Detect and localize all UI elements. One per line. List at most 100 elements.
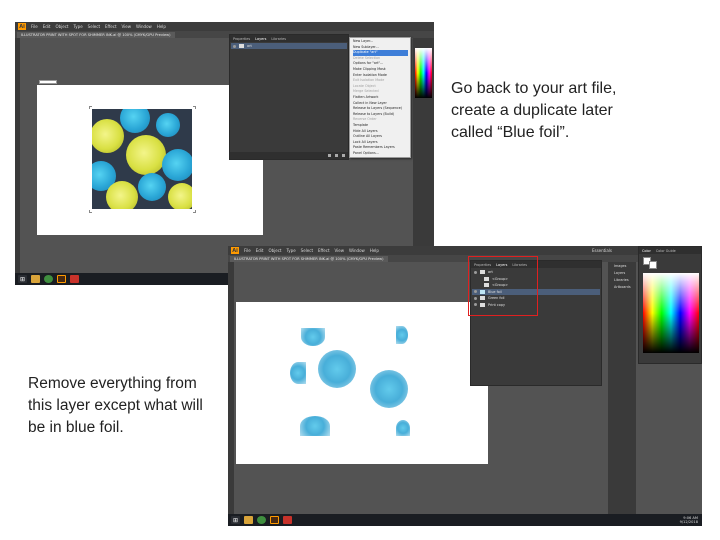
blue-foil-flower bbox=[300, 416, 330, 436]
menu-window[interactable]: Window bbox=[349, 248, 365, 253]
tab-color[interactable]: Color bbox=[642, 249, 651, 253]
app-taskbar-icon[interactable] bbox=[70, 275, 79, 283]
caption-line: Remove everything from bbox=[28, 375, 197, 392]
menu-help[interactable]: Help bbox=[370, 248, 379, 253]
layer-name: art bbox=[247, 44, 252, 48]
illustrator-logo-icon: Ai bbox=[18, 23, 26, 30]
menu-item-panel-options[interactable]: Panel Options... bbox=[353, 151, 408, 157]
menu-effect[interactable]: Effect bbox=[318, 248, 330, 253]
color-spectrum[interactable] bbox=[415, 48, 432, 98]
menu-file[interactable]: File bbox=[31, 24, 38, 29]
pattern-artwork[interactable] bbox=[92, 109, 192, 209]
flower-yellow bbox=[106, 181, 138, 209]
blue-foil-flower bbox=[396, 326, 408, 344]
caption-line: be in blue foil. bbox=[28, 419, 124, 436]
menu-bar: Ai File Edit Object Type Select Effect V… bbox=[15, 22, 434, 31]
caption-top: Go back to your art file, create a dupli… bbox=[451, 78, 616, 144]
menu-select[interactable]: Select bbox=[88, 24, 100, 29]
menu-object[interactable]: Object bbox=[55, 24, 68, 29]
menu-edit[interactable]: Edit bbox=[256, 248, 264, 253]
right-dock bbox=[413, 38, 434, 273]
side-panel-item[interactable]: Artboards bbox=[614, 285, 631, 289]
flower-cyan bbox=[138, 173, 166, 201]
caption-line: this layer except what will bbox=[28, 397, 203, 414]
layer-row[interactable]: art bbox=[231, 43, 347, 49]
crop-mark bbox=[89, 210, 92, 213]
illustrator-taskbar-icon[interactable] bbox=[57, 275, 66, 283]
panel-footer bbox=[230, 152, 348, 159]
caption-line: Go back to your art file, bbox=[451, 80, 617, 97]
windows-start-icon[interactable]: ⊞ bbox=[18, 275, 27, 283]
menu-select[interactable]: Select bbox=[301, 248, 313, 253]
flower-cyan bbox=[156, 113, 180, 137]
crop-mark bbox=[193, 106, 196, 109]
blue-foil-flower bbox=[318, 350, 356, 388]
file-explorer-icon[interactable] bbox=[244, 516, 253, 524]
layers-panel[interactable]: Properties Layers Libraries art bbox=[229, 34, 349, 160]
menu-type[interactable]: Type bbox=[286, 248, 295, 253]
flower-yellow bbox=[126, 135, 166, 175]
collapsed-panel-column: Images Layers Libraries Artboards bbox=[608, 262, 636, 514]
illustrator-taskbar-icon[interactable] bbox=[270, 516, 279, 524]
document-tab[interactable]: ILLUSTRATOR PRINT WITH SPOT FOR SHIMMER … bbox=[17, 32, 175, 38]
new-layer-icon[interactable] bbox=[328, 154, 331, 157]
file-explorer-icon[interactable] bbox=[31, 275, 40, 283]
windows-taskbar: ⊞ 9:06 AM 9/12/2018 bbox=[228, 514, 702, 526]
blue-foil-flower bbox=[370, 370, 408, 408]
menu-file[interactable]: File bbox=[244, 248, 251, 253]
chrome-icon[interactable] bbox=[257, 516, 266, 524]
flower-cyan bbox=[162, 149, 192, 181]
flower-yellow bbox=[168, 183, 192, 209]
clock-date[interactable]: 9/12/2018 bbox=[680, 520, 698, 525]
windows-start-icon[interactable]: ⊞ bbox=[231, 516, 240, 524]
caption-bottom: Remove everything from this layer except… bbox=[28, 373, 203, 439]
menu-view[interactable]: View bbox=[122, 24, 132, 29]
caption-line: create a duplicate later bbox=[451, 102, 613, 119]
tab-layers[interactable]: Layers bbox=[255, 37, 266, 41]
menu-window[interactable]: Window bbox=[136, 24, 152, 29]
menu-type[interactable]: Type bbox=[73, 24, 82, 29]
stroke-swatch[interactable] bbox=[649, 261, 657, 269]
menu-edit[interactable]: Edit bbox=[43, 24, 51, 29]
workspace-switcher[interactable]: Essentials bbox=[592, 248, 612, 253]
menu-help[interactable]: Help bbox=[157, 24, 166, 29]
blue-foil-flower bbox=[396, 420, 410, 436]
chrome-icon[interactable] bbox=[44, 275, 53, 283]
system-tray: 9:06 AM 9/12/2018 bbox=[680, 516, 698, 525]
color-panel[interactable]: Color Color Guide bbox=[638, 246, 702, 364]
flower-yellow bbox=[92, 119, 124, 153]
tab-properties[interactable]: Properties bbox=[233, 37, 250, 41]
app-taskbar-icon[interactable] bbox=[283, 516, 292, 524]
layers-callout-box bbox=[468, 256, 538, 316]
tab-color-guide[interactable]: Color Guide bbox=[656, 249, 676, 253]
caption-line: called “Blue foil”. bbox=[451, 124, 570, 141]
layer-thumbnail bbox=[239, 44, 244, 48]
artboard[interactable] bbox=[236, 302, 488, 464]
document-tab[interactable]: ILLUSTRATOR PRINT WITH SPOT FOR SHIMMER … bbox=[230, 256, 388, 262]
eye-icon[interactable] bbox=[233, 44, 236, 48]
color-spectrum[interactable] bbox=[643, 273, 699, 353]
layers-panel-flyout-menu[interactable]: New Layer... New Sublayer... Duplicate "… bbox=[349, 37, 411, 158]
side-panel-item[interactable]: Libraries bbox=[614, 278, 629, 282]
tools-panel[interactable] bbox=[228, 262, 234, 514]
menu-effect[interactable]: Effect bbox=[105, 24, 117, 29]
color-panel-tabs: Color Color Guide bbox=[639, 247, 701, 254]
delete-layer-icon[interactable] bbox=[335, 154, 338, 157]
side-panel-item[interactable]: Images bbox=[614, 264, 626, 268]
menu-view[interactable]: View bbox=[335, 248, 345, 253]
blue-foil-flower bbox=[290, 362, 306, 384]
menu-bar: Ai File Edit Object Type Select Effect V… bbox=[228, 246, 702, 255]
blue-foil-flower bbox=[301, 328, 325, 346]
document-tab-bar: ILLUSTRATOR PRINT WITH SPOT FOR SHIMMER … bbox=[228, 255, 702, 262]
side-panel-item[interactable]: Layers bbox=[614, 271, 625, 275]
tab-libraries[interactable]: Libraries bbox=[271, 37, 286, 41]
crop-mark bbox=[89, 106, 92, 109]
tools-panel[interactable] bbox=[15, 38, 20, 273]
crop-mark bbox=[193, 210, 196, 213]
panel-tab-bar: Properties Layers Libraries bbox=[230, 35, 348, 42]
menu-object[interactable]: Object bbox=[268, 248, 281, 253]
illustrator-logo-icon: Ai bbox=[231, 247, 239, 254]
screenshot-bottom: Ai File Edit Object Type Select Effect V… bbox=[228, 246, 702, 526]
flower-cyan bbox=[120, 109, 150, 133]
clipping-mask-icon[interactable] bbox=[342, 154, 345, 157]
